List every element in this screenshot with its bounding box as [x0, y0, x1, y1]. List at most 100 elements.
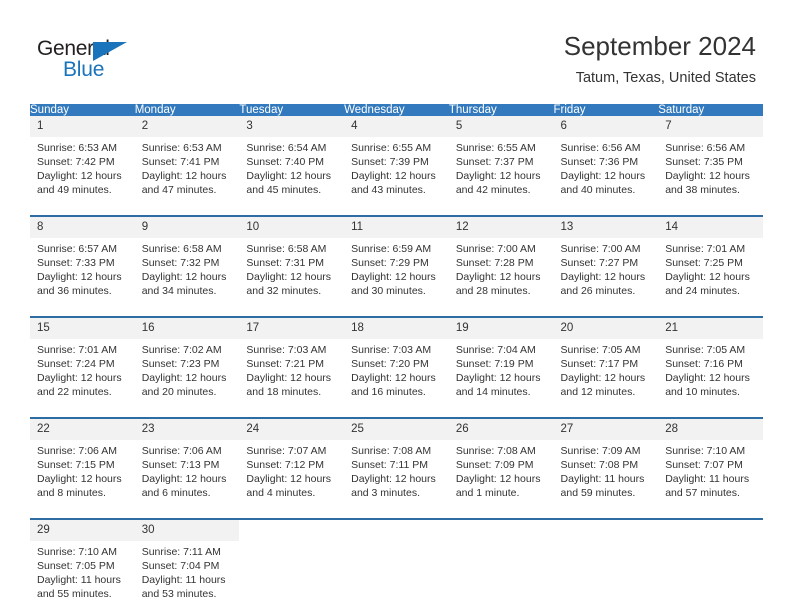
day-number[interactable]: 29 [30, 520, 135, 541]
day-number[interactable]: 6 [553, 116, 659, 137]
day-cell: Sunrise: 7:10 AM Sunset: 7:07 PM Dayligh… [658, 440, 763, 510]
day-cell: Sunrise: 7:07 AM Sunset: 7:12 PM Dayligh… [239, 440, 345, 510]
day-number[interactable]: 22 [30, 419, 135, 440]
day-number[interactable]: 23 [134, 419, 240, 440]
day-cell: Sunrise: 6:54 AM Sunset: 7:40 PM Dayligh… [239, 137, 345, 207]
sunset-text: Sunset: 7:19 PM [455, 358, 534, 370]
day-number[interactable]: 14 [658, 217, 763, 238]
day-number[interactable]: 11 [344, 217, 449, 238]
day-number[interactable]: 18 [344, 318, 449, 339]
day-number[interactable]: 12 [448, 217, 554, 238]
daylight-line1: Daylight: 11 hours [665, 473, 750, 485]
sunrise-text: Sunrise: 6:57 AM [37, 243, 117, 255]
day-cell: Sunrise: 7:01 AM Sunset: 7:25 PM Dayligh… [658, 238, 763, 308]
sunrise-text: Sunrise: 7:04 AM [455, 344, 536, 356]
daylight-line1: Daylight: 12 hours [37, 170, 122, 182]
day-number[interactable]: 3 [239, 116, 345, 137]
day-number[interactable]: 24 [239, 419, 345, 440]
day-number[interactable]: 17 [239, 318, 345, 339]
sunrise-text: Sunrise: 7:01 AM [37, 344, 117, 356]
sunset-text: Sunset: 7:15 PM [37, 459, 115, 471]
day-number[interactable]: 5 [448, 116, 554, 137]
daylight-line1: Daylight: 12 hours [455, 372, 541, 384]
daylight-line1: Daylight: 12 hours [665, 271, 750, 283]
sunrise-text: Sunrise: 7:00 AM [455, 243, 536, 255]
day-number-empty [239, 520, 345, 541]
daylight-line1: Daylight: 12 hours [141, 271, 227, 283]
daylight-line2: and 1 minute. [455, 487, 520, 499]
week-4-details: Sunrise: 7:06 AM Sunset: 7:15 PM Dayligh… [30, 440, 763, 510]
sunset-text: Sunset: 7:31 PM [246, 257, 325, 269]
week-spacer [30, 308, 763, 316]
day-number[interactable]: 1 [30, 116, 135, 137]
sunrise-text: Sunrise: 7:08 AM [455, 445, 536, 457]
day-number[interactable]: 9 [134, 217, 240, 238]
daylight-line2: and 28 minutes. [455, 285, 531, 297]
day-cell: Sunrise: 7:08 AM Sunset: 7:11 PM Dayligh… [344, 440, 449, 510]
sunset-text: Sunset: 7:08 PM [560, 459, 639, 471]
day-cell: Sunrise: 7:09 AM Sunset: 7:08 PM Dayligh… [553, 440, 659, 510]
day-number[interactable]: 15 [30, 318, 135, 339]
day-number[interactable]: 20 [553, 318, 659, 339]
day-cell: Sunrise: 6:53 AM Sunset: 7:42 PM Dayligh… [30, 137, 135, 207]
daylight-line2: and 59 minutes. [560, 487, 636, 499]
day-number[interactable]: 30 [134, 520, 240, 541]
sunrise-text: Sunrise: 6:58 AM [246, 243, 327, 255]
daylight-line2: and 12 minutes. [560, 386, 636, 398]
daylight-line1: Daylight: 12 hours [37, 473, 122, 485]
day-cell: Sunrise: 6:56 AM Sunset: 7:36 PM Dayligh… [553, 137, 659, 207]
day-cell: Sunrise: 7:01 AM Sunset: 7:24 PM Dayligh… [30, 339, 135, 409]
weekday-header-row: Sunday Monday Tuesday Wednesday Thursday… [30, 104, 763, 116]
sunset-text: Sunset: 7:13 PM [141, 459, 220, 471]
sunrise-text: Sunrise: 7:03 AM [351, 344, 432, 356]
sunrise-text: Sunrise: 6:53 AM [37, 142, 117, 154]
day-cell: Sunrise: 6:55 AM Sunset: 7:37 PM Dayligh… [448, 137, 554, 207]
day-number[interactable]: 4 [344, 116, 449, 137]
sunrise-text: Sunrise: 7:00 AM [560, 243, 641, 255]
daylight-line1: Daylight: 12 hours [455, 170, 541, 182]
week-3-daynumbers: 15 16 17 18 19 20 21 [30, 318, 763, 339]
sunrise-text: Sunrise: 7:11 AM [141, 546, 221, 558]
daylight-line1: Daylight: 12 hours [351, 372, 436, 384]
daylight-line1: Daylight: 12 hours [351, 473, 436, 485]
day-cell: Sunrise: 7:02 AM Sunset: 7:23 PM Dayligh… [134, 339, 240, 409]
daylight-line2: and 22 minutes. [37, 386, 112, 398]
day-cell: Sunrise: 6:56 AM Sunset: 7:35 PM Dayligh… [658, 137, 763, 207]
day-number[interactable]: 7 [658, 116, 763, 137]
day-number[interactable]: 26 [448, 419, 554, 440]
calendar-body: 1 2 3 4 5 6 7 Sunrise: 6:53 AM Sunset: 7… [30, 116, 763, 611]
daylight-line2: and 36 minutes. [37, 285, 112, 297]
day-cell-empty [553, 541, 659, 611]
day-number[interactable]: 21 [658, 318, 763, 339]
daylight-line2: and 55 minutes. [37, 588, 112, 600]
sunrise-text: Sunrise: 7:10 AM [37, 546, 117, 558]
day-number[interactable]: 8 [30, 217, 135, 238]
daylight-line2: and 8 minutes. [37, 487, 106, 499]
day-number[interactable]: 16 [134, 318, 240, 339]
daylight-line2: and 45 minutes. [246, 184, 322, 196]
day-cell: Sunrise: 6:55 AM Sunset: 7:39 PM Dayligh… [344, 137, 449, 207]
daylight-line2: and 4 minutes. [246, 487, 316, 499]
day-number[interactable]: 25 [344, 419, 449, 440]
sunset-text: Sunset: 7:20 PM [351, 358, 429, 370]
day-cell: Sunrise: 7:05 AM Sunset: 7:16 PM Dayligh… [658, 339, 763, 409]
sunset-text: Sunset: 7:05 PM [37, 560, 115, 572]
weekday-header-sunday: Sunday [30, 104, 135, 116]
day-number[interactable]: 27 [553, 419, 659, 440]
day-number[interactable]: 10 [239, 217, 345, 238]
sunrise-text: Sunrise: 7:06 AM [141, 445, 222, 457]
day-number[interactable]: 13 [553, 217, 659, 238]
page-title: September 2024 [563, 31, 756, 61]
day-number-empty [344, 520, 449, 541]
day-number[interactable]: 19 [448, 318, 554, 339]
day-cell: Sunrise: 6:59 AM Sunset: 7:29 PM Dayligh… [344, 238, 449, 308]
daylight-line1: Daylight: 12 hours [455, 473, 541, 485]
sunrise-text: Sunrise: 6:56 AM [560, 142, 641, 154]
weekday-header-tuesday: Tuesday [239, 104, 345, 116]
daylight-line2: and 43 minutes. [351, 184, 426, 196]
day-cell-empty [448, 541, 554, 611]
day-cell: Sunrise: 6:58 AM Sunset: 7:32 PM Dayligh… [134, 238, 240, 308]
day-number[interactable]: 28 [658, 419, 763, 440]
day-number[interactable]: 2 [134, 116, 240, 137]
week-5-details: Sunrise: 7:10 AM Sunset: 7:05 PM Dayligh… [30, 541, 763, 611]
